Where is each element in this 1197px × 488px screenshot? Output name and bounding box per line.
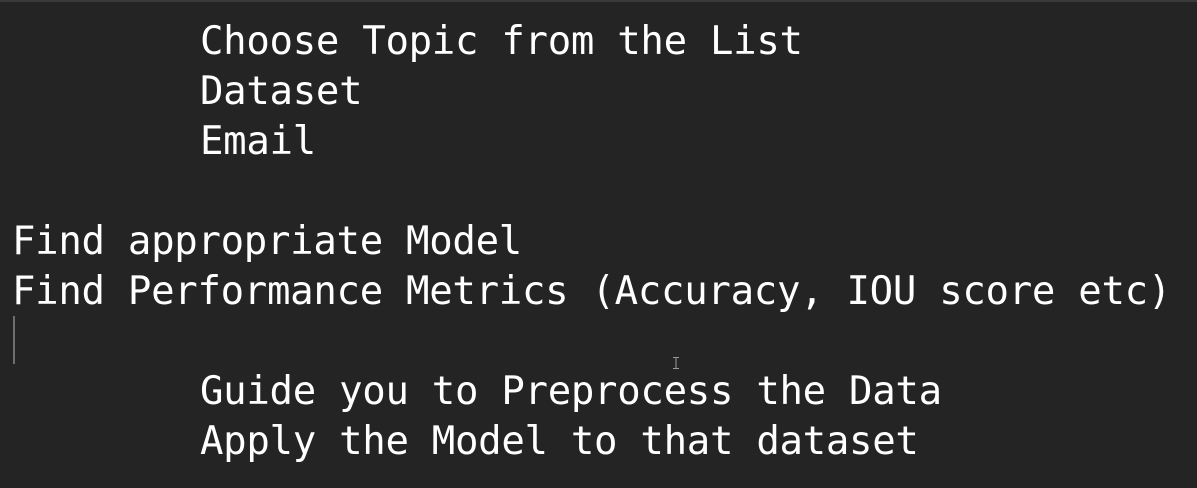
text-line: Apply the Model to that dataset (200, 419, 919, 464)
text-line: Dataset (200, 69, 363, 114)
text-line: Email (200, 119, 316, 164)
text-line: Find appropriate Model (12, 219, 522, 264)
text-line: Find Performance Metrics (Accuracy, IOU … (12, 269, 1171, 314)
text-line: Choose Topic from the List (200, 19, 803, 64)
text-editor[interactable]: Choose Topic from the List Dataset Email… (0, 0, 1197, 488)
text-line: Guide you to Preprocess the Data (200, 369, 942, 414)
text-caret (13, 316, 15, 364)
ibeam-cursor-icon (673, 357, 679, 369)
